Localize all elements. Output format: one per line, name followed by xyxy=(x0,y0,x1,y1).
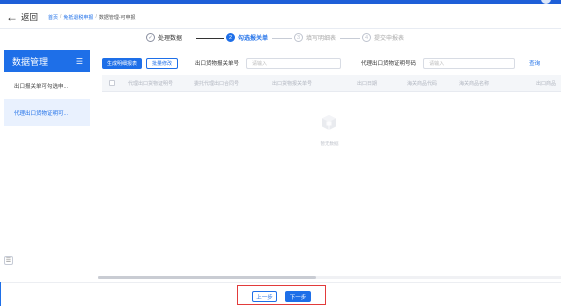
collapse-sidebar-icon[interactable]: ☰ xyxy=(4,256,13,265)
sidebar-item-customs-declaration[interactable]: 出口报关单可勾选申... xyxy=(4,72,90,99)
declaration-number-input[interactable]: 请输入 xyxy=(246,57,342,69)
step-connector xyxy=(340,38,360,39)
top-accent-bar xyxy=(0,0,561,4)
main-content: 生成明细报表 批量修改 出口货物报关单号 请输入 代理出口货物证明号码 请输入 … xyxy=(98,50,561,278)
column-header[interactable]: 委托代理出口合同号 xyxy=(194,80,239,87)
column-header[interactable]: 代理出口货物证明号 xyxy=(128,80,173,87)
step-connector xyxy=(196,38,224,39)
step-label: 勾选报关单 xyxy=(238,36,269,42)
back-label: 返回 xyxy=(21,12,39,22)
generate-report-button[interactable]: 生成明细报表 xyxy=(102,57,143,69)
previous-step-button[interactable]: 上一步 xyxy=(252,291,277,302)
step-label: 填写明细表 xyxy=(306,36,337,42)
header-divider xyxy=(0,28,561,29)
column-header[interactable]: 出口商品 xyxy=(536,80,556,87)
scrollbar-thumb[interactable] xyxy=(98,276,316,279)
empty-state: 暂无数据 xyxy=(98,106,561,156)
toolbar: 生成明细报表 批量修改 出口货物报关单号 请输入 代理出口货物证明号码 请输入 … xyxy=(102,56,561,70)
breadcrumb-separator: / xyxy=(60,14,62,20)
declaration-number-label: 出口货物报关单号 xyxy=(195,61,240,67)
certificate-number-input[interactable]: 请输入 xyxy=(423,57,516,69)
step-fill-detail: 3 填写明细表 xyxy=(294,33,336,42)
check-icon: ✓ xyxy=(146,33,155,42)
page-header: ← 返回 首页 / 免抵退税申报 / 数据管理-可申报 xyxy=(0,8,561,26)
breadcrumb-item-tax-declaration[interactable]: 免抵退税申报 xyxy=(63,14,93,21)
footer-edge-marker xyxy=(0,282,1,306)
step-connector xyxy=(272,38,292,39)
step-label: 处理数据 xyxy=(158,36,183,42)
column-header[interactable]: 海关商品名称 xyxy=(459,80,489,87)
step-progress: ✓ 处理数据 2 勾选报关单 3 填写明细表 4 提交申报表 xyxy=(0,33,561,45)
sidebar-item-agency-certificate[interactable]: 代理出口货物证明可... xyxy=(4,99,90,126)
breadcrumb-separator: / xyxy=(95,14,97,20)
breadcrumb-item-current: 数据管理-可申报 xyxy=(98,14,136,21)
back-button[interactable]: ← 返回 xyxy=(6,11,38,23)
menu-icon[interactable]: ☰ xyxy=(76,57,83,66)
column-header[interactable]: 出口货物报关单号 xyxy=(272,80,312,87)
batch-edit-button[interactable]: 批量修改 xyxy=(146,57,179,69)
breadcrumb: 首页 / 免抵退税申报 / 数据管理-可申报 xyxy=(48,14,135,21)
step-number: 4 xyxy=(362,33,371,42)
step-process-data: ✓ 处理数据 xyxy=(146,33,182,42)
column-header[interactable]: 海关商品代码 xyxy=(407,80,437,87)
select-all-checkbox[interactable] xyxy=(109,80,115,86)
sidebar-header: 数据管理 ☰ xyxy=(4,50,90,72)
step-select-declaration: 2 勾选报关单 xyxy=(226,33,268,42)
sidebar: 数据管理 ☰ 出口报关单可勾选申... 代理出口货物证明可... xyxy=(4,50,90,270)
breadcrumb-item-home[interactable]: 首页 xyxy=(48,14,58,21)
query-button[interactable]: 查询 xyxy=(529,59,540,67)
highlight-box xyxy=(237,285,326,305)
sidebar-item-label: 代理出口货物证明可... xyxy=(14,110,69,117)
sidebar-title: 数据管理 xyxy=(12,56,49,67)
step-number: 2 xyxy=(226,33,235,42)
horizontal-scrollbar[interactable] xyxy=(98,276,561,279)
empty-state-text: 暂无数据 xyxy=(320,141,339,146)
avatar[interactable] xyxy=(541,0,551,4)
sidebar-item-label: 出口报关单可勾选申... xyxy=(14,83,69,90)
step-number: 3 xyxy=(294,33,303,42)
empty-box-icon xyxy=(322,115,336,130)
table-header: 代理出口货物证明号 委托代理出口合同号 出口货物报关单号 出口日期 海关商品代码… xyxy=(102,75,561,92)
next-step-button[interactable]: 下一步 xyxy=(285,291,311,302)
step-submit-report: 4 提交申报表 xyxy=(362,33,404,42)
column-header[interactable]: 出口日期 xyxy=(357,80,377,87)
certificate-number-label: 代理出口货物证明号码 xyxy=(361,61,417,67)
arrow-left-icon: ← xyxy=(6,10,18,24)
step-label: 提交申报表 xyxy=(374,36,405,42)
